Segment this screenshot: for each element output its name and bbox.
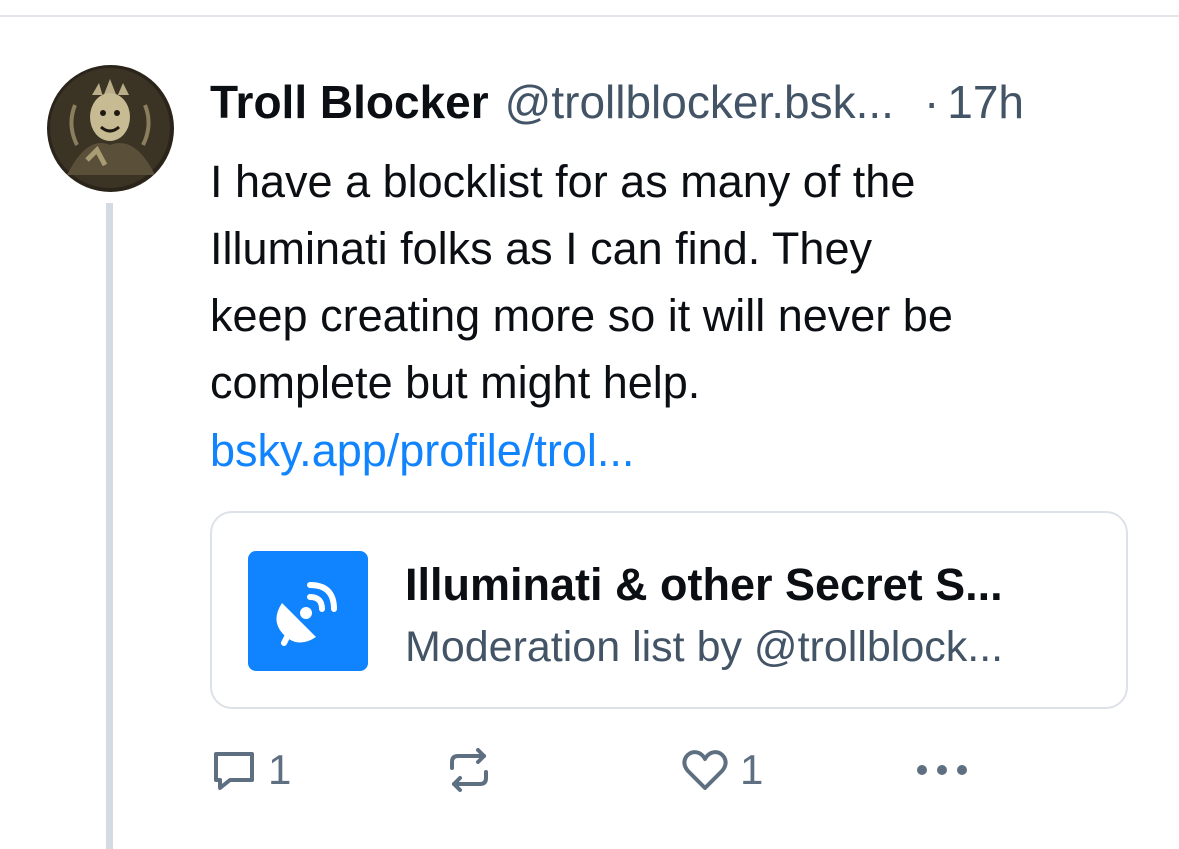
more-options-button[interactable] [914,740,970,800]
thread-line [106,203,113,849]
post-link[interactable]: bsky.app/profile/trol... [210,417,634,484]
separator-dot: · [923,76,940,128]
reply-button[interactable]: 1 [210,740,291,800]
avatar[interactable] [47,65,174,192]
top-divider [0,15,1179,17]
satellite-dish-icon [248,551,368,671]
author-handle[interactable]: @trollblocker.bsk... [505,72,894,132]
post-timestamp[interactable]: 17h [947,72,1024,132]
repost-icon [444,746,494,794]
moderation-list-embed[interactable]: Illuminati & other Secret S... Moderatio… [210,511,1128,709]
list-title: Illuminati & other Secret S... [405,559,1003,610]
list-subtitle: Moderation list by @trollblock... [405,623,1004,671]
heart-icon [680,746,730,794]
repost-button[interactable] [444,740,504,800]
display-name[interactable]: Troll Blocker [210,72,489,132]
reply-icon [210,746,258,794]
reply-count: 1 [268,746,292,793]
more-options-icon [914,760,970,780]
action-bar: 1 1 [210,740,1130,800]
post-text: I have a blocklist for as many of the Il… [210,156,953,408]
like-button[interactable]: 1 [680,740,763,800]
post-header: Troll Blocker @trollblocker.bsk... · 17h [210,72,1140,132]
like-count: 1 [740,746,764,793]
